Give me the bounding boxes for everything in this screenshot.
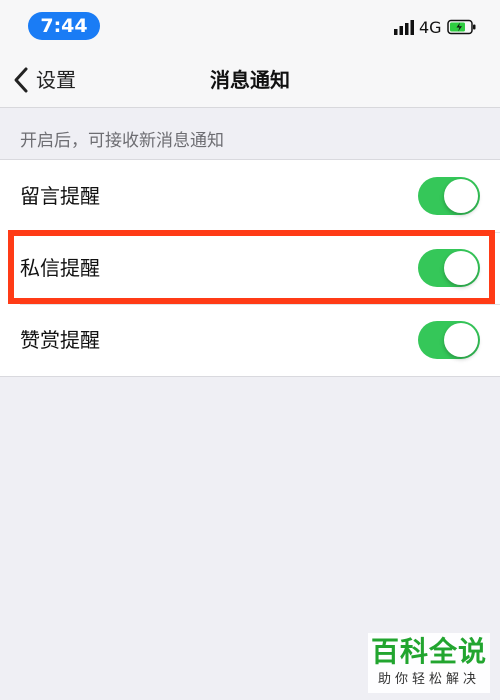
toggle-knob <box>444 323 478 357</box>
setting-label: 赞赏提醒 <box>20 328 100 352</box>
setting-label: 私信提醒 <box>20 256 100 280</box>
settings-list: 留言提醒 私信提醒 赞赏提醒 <box>0 159 500 377</box>
signal-icon <box>394 20 414 35</box>
battery-icon <box>447 19 476 35</box>
appreciation-toggle[interactable] <box>418 321 480 359</box>
status-time: 7:44 <box>28 12 100 40</box>
comment-toggle[interactable] <box>418 177 480 215</box>
network-label: 4G <box>419 18 442 37</box>
nav-bar: 设置 消息通知 <box>0 52 500 108</box>
watermark: 百科全说 助你轻松解决 <box>368 633 490 693</box>
watermark-main: 百科全说 <box>370 635 487 668</box>
page-title: 消息通知 <box>210 68 290 92</box>
watermark-sub: 助你轻松解决 <box>377 672 480 687</box>
section-header: 开启后，可接收新消息通知 <box>20 131 224 151</box>
private-message-toggle[interactable] <box>418 249 480 287</box>
toggle-knob <box>444 179 478 213</box>
status-bar: 7:44 4G <box>0 0 500 52</box>
setting-row-comment: 留言提醒 <box>0 160 500 232</box>
setting-row-private-message: 私信提醒 <box>0 232 500 304</box>
toggle-knob <box>444 251 478 285</box>
setting-label: 留言提醒 <box>20 184 100 208</box>
setting-row-appreciation: 赞赏提醒 <box>0 304 500 376</box>
